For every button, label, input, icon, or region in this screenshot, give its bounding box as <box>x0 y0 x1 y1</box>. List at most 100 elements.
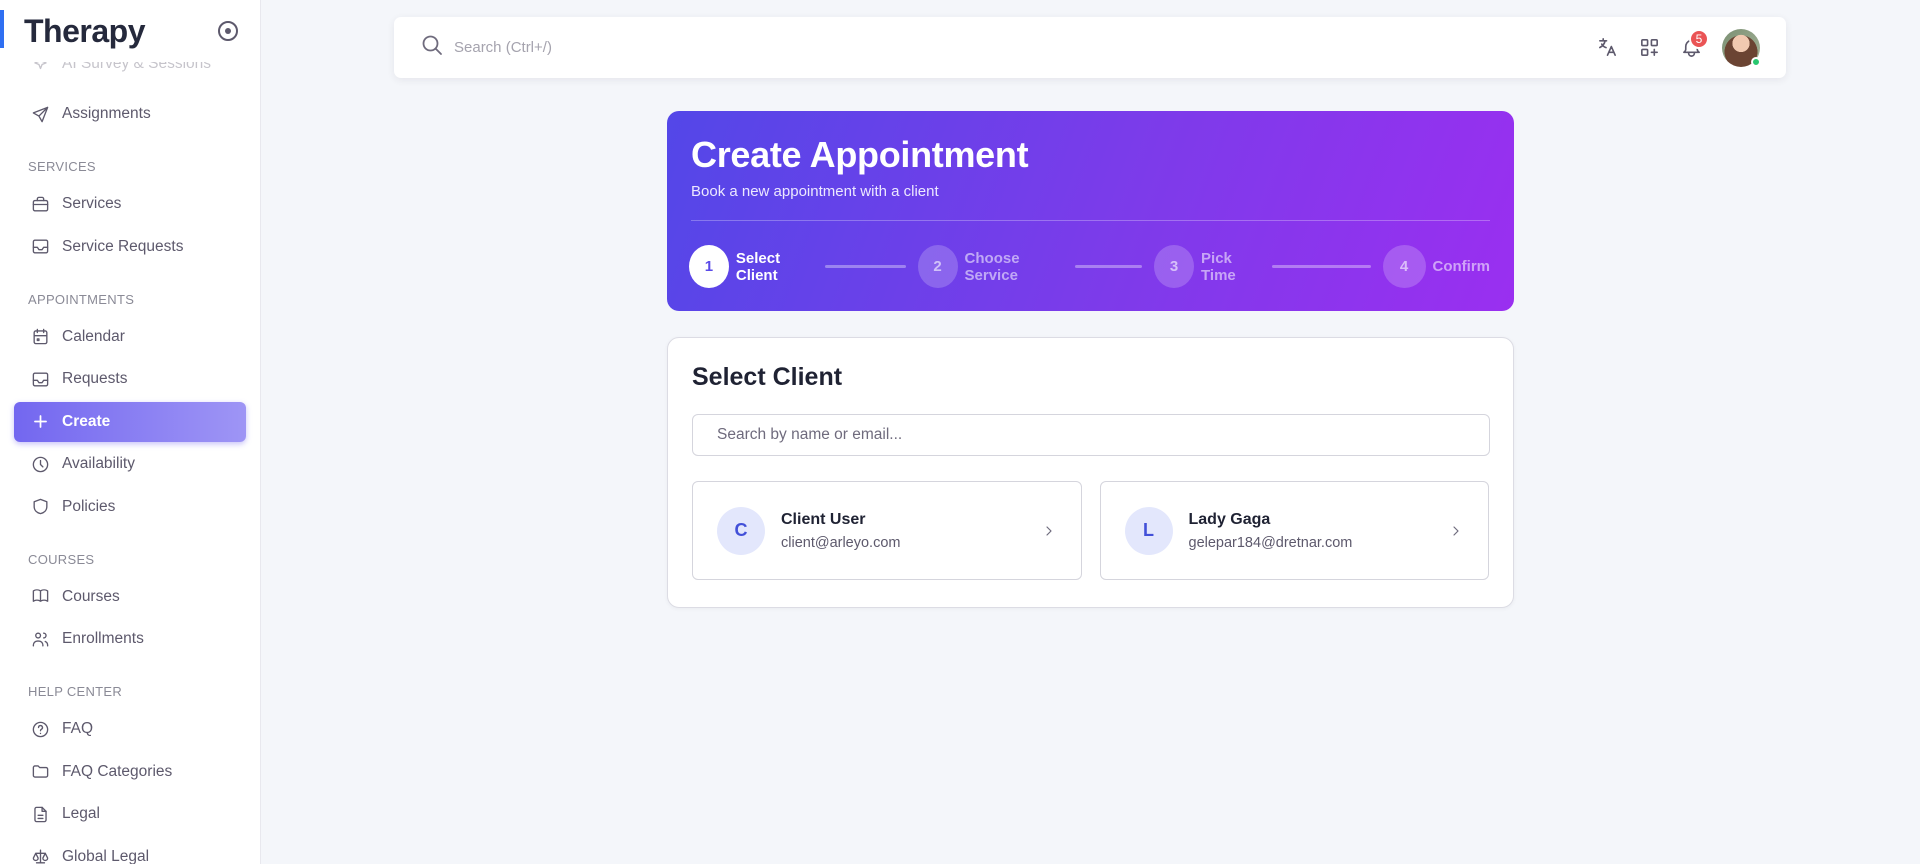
search-icon[interactable] <box>420 33 444 62</box>
brand-title[interactable]: Therapy <box>24 13 145 50</box>
sidebar-item-policies[interactable]: Policies <box>14 487 246 527</box>
sidebar-toggle-icon[interactable] <box>218 21 238 41</box>
sidebar-item-label: Legal <box>62 805 100 822</box>
folder-icon <box>30 762 50 782</box>
sidebar-item-label: Create <box>62 412 111 430</box>
sidebar-item-label: Availability <box>62 455 135 472</box>
sidebar-item-label: Policies <box>62 497 116 515</box>
online-status-dot <box>1751 56 1761 67</box>
sidebar-item-label: Assignments <box>62 105 151 122</box>
sidebar-item-service-requests[interactable]: Service Requests <box>14 227 246 267</box>
chevron-right-icon <box>1448 523 1464 539</box>
topbar: 5 <box>394 17 1786 78</box>
plus-icon <box>30 412 50 432</box>
client-list: C Client User client@arleyo.com L Lady Gaga g… <box>692 481 1489 580</box>
step-2[interactable]: 2 Choose Service <box>917 245 1069 288</box>
sidebar-item-create[interactable]: Create <box>14 401 246 442</box>
translate-icon[interactable] <box>1586 27 1628 69</box>
client-email: client@arleyo.com <box>781 534 901 551</box>
sidebar-section-label: COURSES <box>28 551 95 567</box>
sidebar-item-assignments[interactable]: Assignments <box>14 94 246 134</box>
client-name: Lady Gaga <box>1188 510 1271 528</box>
sidebar-item-enrollments[interactable]: Enrollments <box>14 619 246 659</box>
sidebar-item-label: Courses <box>62 587 120 605</box>
sidebar-item-legal[interactable]: Legal <box>14 794 246 834</box>
users-icon <box>30 629 50 649</box>
inbox-icon <box>30 369 50 389</box>
sidebar-item-calendar[interactable]: Calendar <box>14 317 246 357</box>
page-title: Create Appointment <box>691 134 1029 175</box>
shield-icon <box>30 497 50 517</box>
help-circle-icon <box>30 719 50 739</box>
sidebar-section-label: HELP CENTER <box>28 684 123 699</box>
sidebar-item-label: Enrollments <box>62 630 144 647</box>
notification-badge: 5 <box>1689 28 1709 49</box>
step-number: 4 <box>1382 245 1426 288</box>
step-label: Pick Time <box>1201 249 1236 284</box>
stepper: 1 Select Client 2 Choose Service 3 Pick Time 4… <box>689 245 1490 288</box>
step-number: 1 <box>689 245 729 288</box>
sidebar-item-cut: AI Survey & Sessions <box>14 62 246 94</box>
client-card[interactable]: L Lady Gaga gelepar184@dretnar.com <box>1099 481 1489 580</box>
send-icon <box>30 104 50 124</box>
client-email: gelepar184@dretnar.com <box>1188 534 1353 551</box>
sidebar-item-label: Service Requests <box>62 237 184 255</box>
shortcuts-grid-icon[interactable] <box>1628 27 1670 69</box>
step-label: Select Client <box>735 249 781 284</box>
step-label: Confirm <box>1432 258 1491 275</box>
step-number: 2 <box>917 245 958 288</box>
client-avatar: C <box>717 506 765 555</box>
chevron-right-icon <box>1041 523 1057 539</box>
client-card[interactable]: C Client User client@arleyo.com <box>692 481 1082 580</box>
step-connector <box>1271 265 1371 268</box>
sidebar-section-label: APPOINTMENTS <box>28 291 135 307</box>
client-name: Client User <box>781 510 866 528</box>
sidebar-item-label: Requests <box>62 370 128 387</box>
sidebar-item-label: Global Legal <box>62 847 150 864</box>
create-appointment-header: Create Appointment Book a new appointmen… <box>667 111 1514 311</box>
calendar-icon <box>30 327 50 347</box>
card-title: Select Client <box>692 363 843 391</box>
sidebar-item-global-legal[interactable]: Global Legal <box>14 837 246 864</box>
page-subtitle: Book a new appointment with a client <box>691 183 939 200</box>
sidebar-item-courses[interactable]: Courses <box>14 577 246 617</box>
sidebar-item-availability[interactable]: Availability <box>14 444 246 484</box>
client-info: Client User client@arleyo.com <box>781 511 900 551</box>
sparkle-icon <box>30 62 50 74</box>
client-info: Lady Gaga gelepar184@dretnar.com <box>1189 511 1353 551</box>
brand: Therapy <box>0 0 260 62</box>
sidebar-item-label: AI Survey & Sessions <box>62 62 212 72</box>
file-icon <box>30 804 50 824</box>
step-4[interactable]: 4 Confirm <box>1382 245 1491 288</box>
step-connector <box>1075 265 1143 268</box>
select-client-card: Select Client C Client User client@arleyo.… <box>667 337 1514 608</box>
sidebar: Therapy AI Survey & Sessions Assignments… <box>0 0 261 864</box>
step-1[interactable]: 1 Select Client <box>689 245 819 288</box>
book-icon <box>30 587 50 607</box>
user-avatar[interactable] <box>1722 28 1761 67</box>
inbox-icon <box>30 237 50 257</box>
sidebar-item-requests[interactable]: Requests <box>14 359 246 399</box>
step-connector <box>825 265 906 268</box>
step-label: Choose Service <box>964 249 1020 284</box>
global-search-input[interactable] <box>454 39 1054 56</box>
notification-bell-icon[interactable]: 5 <box>1670 27 1712 69</box>
sidebar-section-label: SERVICES <box>28 159 96 174</box>
scale-icon <box>30 847 50 864</box>
topbar-actions: 5 <box>1586 27 1761 69</box>
clock-icon <box>30 454 50 474</box>
sidebar-item-label: FAQ Categories <box>62 762 173 780</box>
step-number: 3 <box>1154 245 1195 288</box>
step-3[interactable]: 3 Pick Time <box>1154 245 1266 288</box>
sidebar-item-faq-categories[interactable]: FAQ Categories <box>14 752 246 792</box>
header-divider <box>691 220 1490 221</box>
client-avatar: L <box>1124 506 1173 555</box>
client-search-input[interactable] <box>692 414 1490 456</box>
sidebar-item-label: Services <box>62 195 122 212</box>
briefcase-icon <box>30 194 50 214</box>
sidebar-item-services[interactable]: Services <box>14 184 246 224</box>
sidebar-item-label: Calendar <box>62 327 125 345</box>
sidebar-nav: AI Survey & Sessions Assignments SERVICES… <box>0 62 260 864</box>
sidebar-item-label: FAQ <box>62 720 94 737</box>
sidebar-item-faq[interactable]: FAQ <box>14 709 246 749</box>
